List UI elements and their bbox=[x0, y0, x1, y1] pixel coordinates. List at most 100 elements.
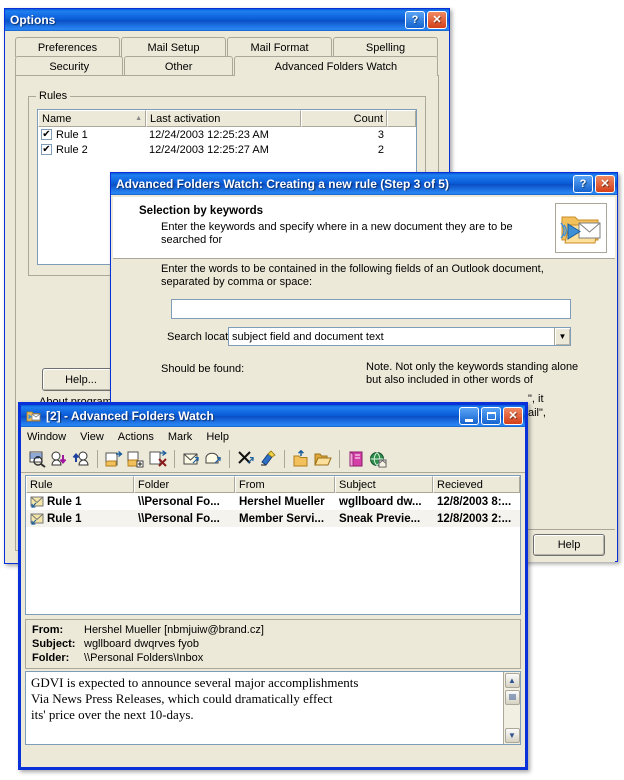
folders-watch-app-icon bbox=[26, 409, 41, 423]
help-button[interactable]: Help... bbox=[42, 368, 120, 391]
menu-item-view[interactable]: View bbox=[80, 431, 104, 443]
open-folder-up-icon[interactable] bbox=[291, 449, 311, 469]
rules-col-filler bbox=[387, 110, 416, 127]
afw-titlebar[interactable]: [2] - Advanced Folders Watch ✕ bbox=[21, 405, 525, 427]
delete-message-icon[interactable] bbox=[236, 449, 256, 469]
keywords-note-fragment-2: ail", bbox=[528, 407, 546, 419]
tab-row-1: Preferences Mail Setup Mail Format Spell… bbox=[15, 37, 439, 57]
chevron-down-icon[interactable]: ▼ bbox=[554, 328, 570, 345]
preview-folder-label: Folder: bbox=[32, 652, 70, 664]
tab-mail-format[interactable]: Mail Format bbox=[227, 37, 332, 57]
msg-rule-name: Rule 1 bbox=[47, 512, 82, 525]
scroll-up-icon[interactable]: ▲ bbox=[504, 673, 520, 688]
menu-item-mark[interactable]: Mark bbox=[168, 431, 192, 443]
menu-item-actions[interactable]: Actions bbox=[118, 431, 154, 443]
wizard-titlebar[interactable]: Advanced Folders Watch: Creating a new r… bbox=[111, 173, 617, 195]
toolbar-separator bbox=[97, 450, 98, 468]
help-icon[interactable]: ? bbox=[573, 175, 593, 193]
rules-cell-name: ✔ Rule 1 bbox=[38, 129, 146, 141]
rules-cell-last-activation: 12/24/2003 12:25:27 AM bbox=[149, 143, 269, 156]
tab-advanced-folders-watch[interactable]: Advanced Folders Watch bbox=[233, 56, 438, 76]
wizard-header: Selection by keywords Enter the keywords… bbox=[113, 197, 615, 259]
should-be-found-label: Should be found: bbox=[161, 363, 245, 375]
mark-unread-icon[interactable] bbox=[203, 449, 223, 469]
rules-col-name[interactable]: Name ▲ bbox=[38, 110, 146, 127]
rules-col-last-activation[interactable]: Last activation bbox=[146, 110, 301, 127]
web-home-icon[interactable] bbox=[368, 449, 388, 469]
message-rule-icon bbox=[30, 495, 44, 508]
rule-enabled-checkbox[interactable]: ✔ bbox=[41, 144, 52, 155]
table-row[interactable]: Rule 1 \\Personal Fo... Member Servi... … bbox=[26, 510, 520, 527]
rules-group-legend: Rules bbox=[36, 90, 71, 102]
msg-cell-from: Hershel Mueller bbox=[239, 495, 325, 508]
msg-col-subject[interactable]: Subject bbox=[335, 476, 433, 493]
open-folder-icon[interactable] bbox=[313, 449, 333, 469]
tab-spelling[interactable]: Spelling bbox=[333, 37, 438, 57]
close-icon[interactable]: ✕ bbox=[595, 175, 615, 193]
screen: Options ? ✕ Preferences Mail Setup Mail … bbox=[0, 0, 624, 780]
message-list-header: Rule Folder From Subject Recieved bbox=[26, 476, 520, 493]
close-icon[interactable]: ✕ bbox=[427, 11, 447, 29]
message-preview-body: GDVI is expected to announce several maj… bbox=[25, 671, 521, 745]
msg-col-folder[interactable]: Folder bbox=[134, 476, 235, 493]
scrollbar-thumb[interactable] bbox=[504, 690, 520, 705]
maximize-icon[interactable] bbox=[481, 407, 501, 425]
options-tabstrip: Preferences Mail Setup Mail Format Spell… bbox=[15, 37, 439, 76]
preview-body-line: GDVI is expected to announce several maj… bbox=[31, 675, 359, 690]
toolbar-separator bbox=[339, 450, 340, 468]
rules-col-count[interactable]: Count bbox=[301, 110, 387, 127]
keywords-input[interactable] bbox=[171, 299, 571, 319]
delete-from-folder-icon[interactable] bbox=[148, 449, 168, 469]
clear-list-icon[interactable] bbox=[258, 449, 278, 469]
tab-security[interactable]: Security bbox=[15, 56, 124, 76]
mark-read-icon[interactable] bbox=[181, 449, 201, 469]
find-message-icon[interactable] bbox=[27, 449, 47, 469]
msg-col-rule[interactable]: Rule bbox=[26, 476, 134, 493]
options-title: Options bbox=[10, 13, 56, 27]
advanced-folders-watch-window: [2] - Advanced Folders Watch ✕ Window Vi… bbox=[18, 402, 528, 770]
wizard-help-button[interactable]: Help bbox=[533, 534, 605, 556]
address-book-icon[interactable] bbox=[346, 449, 366, 469]
move-to-folder-icon[interactable] bbox=[104, 449, 124, 469]
previous-unread-icon[interactable] bbox=[71, 449, 91, 469]
menu-item-help[interactable]: Help bbox=[206, 431, 229, 443]
keywords-instruction-label: Enter the words to be contained in the f… bbox=[161, 263, 544, 288]
search-location-select[interactable]: subject field and document text ▼ bbox=[228, 327, 571, 346]
preview-subject-label: Subject: bbox=[32, 638, 76, 650]
tab-preferences[interactable]: Preferences bbox=[15, 37, 120, 57]
rules-cell-count: 3 bbox=[377, 128, 384, 141]
msg-col-recieved[interactable]: Recieved bbox=[433, 476, 520, 493]
msg-col-from[interactable]: From bbox=[235, 476, 335, 493]
next-unread-icon[interactable] bbox=[49, 449, 69, 469]
msg-cell-rule: Rule 1 bbox=[26, 495, 134, 508]
keywords-note-fragment-1: ", it bbox=[528, 393, 544, 405]
preview-subject-row: Subject: wgllboard dwqrves fyob bbox=[32, 637, 514, 651]
table-row[interactable]: ✔ Rule 2 12/24/2003 12:25:27 AM 2 bbox=[38, 142, 416, 157]
message-listview[interactable]: Rule Folder From Subject Recieved Rule 1 bbox=[25, 475, 521, 615]
help-icon[interactable]: ? bbox=[405, 11, 425, 29]
close-icon[interactable]: ✕ bbox=[503, 407, 523, 425]
rules-cell-last-activation: 12/24/2003 12:25:23 AM bbox=[149, 128, 269, 141]
minimize-icon[interactable] bbox=[459, 407, 479, 425]
msg-cell-folder: \\Personal Fo... bbox=[138, 512, 220, 525]
msg-cell-from: Member Servi... bbox=[239, 512, 325, 525]
preview-folder-row: Folder: \\Personal Folders\Inbox bbox=[32, 651, 514, 665]
message-rule-icon bbox=[30, 512, 44, 525]
menu-item-window[interactable]: Window bbox=[27, 431, 66, 443]
msg-cell-folder: \\Personal Fo... bbox=[138, 495, 220, 508]
scroll-down-icon[interactable]: ▼ bbox=[504, 728, 520, 743]
tab-mail-setup[interactable]: Mail Setup bbox=[121, 37, 226, 57]
copy-to-folder-icon[interactable] bbox=[126, 449, 146, 469]
tab-other[interactable]: Other bbox=[124, 56, 233, 76]
rule-enabled-checkbox[interactable]: ✔ bbox=[41, 129, 52, 140]
rule-name: Rule 1 bbox=[56, 128, 88, 141]
msg-cell-recieved: 12/8/2003 8:... bbox=[437, 495, 512, 508]
preview-vertical-scrollbar[interactable]: ▲ ▼ bbox=[503, 672, 520, 744]
table-row[interactable]: Rule 1 \\Personal Fo... Hershel Mueller … bbox=[26, 493, 520, 510]
preview-from-row: From: Hershel Mueller [nbmjuiw@brand.cz] bbox=[32, 623, 514, 637]
msg-cell-subject: wgllboard dw... bbox=[339, 495, 422, 508]
preview-subject-value: wgllboard dwqrves fyob bbox=[84, 638, 199, 650]
sort-asc-icon: ▲ bbox=[135, 115, 142, 122]
table-row[interactable]: ✔ Rule 1 12/24/2003 12:25:23 AM 3 bbox=[38, 127, 416, 142]
options-titlebar[interactable]: Options ? ✕ bbox=[5, 9, 449, 31]
